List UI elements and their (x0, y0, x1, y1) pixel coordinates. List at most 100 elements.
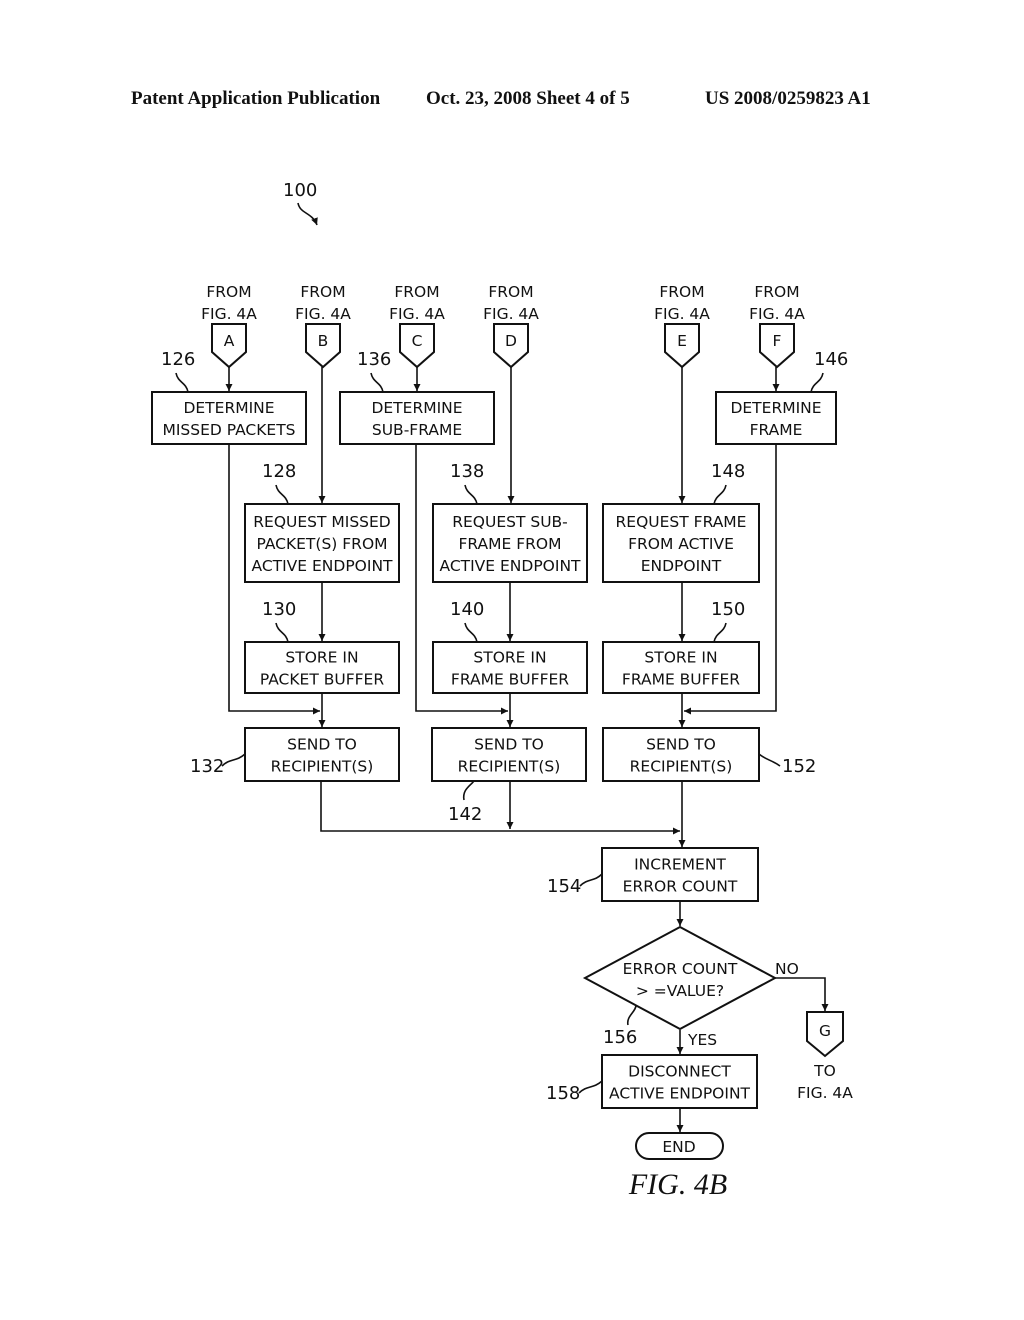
connector-letter: C (412, 332, 423, 350)
step-ref-number: 130 (262, 599, 296, 620)
step-ref-number: 148 (711, 461, 745, 482)
ref-leader-line (464, 484, 478, 505)
step-text-line: ENDPOINT (641, 557, 722, 575)
step-152: SEND TO RECIPIENT(S) 152 (602, 727, 816, 782)
connector-letter: D (505, 332, 517, 350)
connector-letter: G (819, 1022, 831, 1040)
connector-letter: F (773, 332, 782, 350)
connector-label-line1: FROM (754, 283, 799, 301)
step-ref-number: 156 (603, 1027, 637, 1048)
connector-label-line2: FIG. 4A (797, 1084, 853, 1102)
incoming-connectors: FROMFIG. 4AAFROMFIG. 4ABFROMFIG. 4ACFROM… (201, 283, 805, 369)
step-text-line: ACTIVE ENDPOINT (609, 1085, 751, 1103)
step-132: SEND TO RECIPIENT(S) 132 (190, 727, 400, 782)
ref-leader-line (464, 622, 478, 643)
step-text-line: DETERMINE (371, 399, 462, 417)
step-text-line: > =VALUE? (636, 982, 724, 1000)
ref-leader-line (713, 484, 727, 505)
step-text-line: DETERMINE (730, 399, 821, 417)
figure-reference-100: 100 (283, 180, 318, 226)
ref-leader-line (462, 780, 475, 801)
connector-a: FROM FIG. 4A A (201, 283, 257, 369)
connector-label-line1: FROM (659, 283, 704, 301)
step-text-line: RECIPIENT(S) (458, 758, 561, 776)
connector-label-line1: FROM (488, 283, 533, 301)
connector-label-line2: FIG. 4A (389, 305, 445, 323)
connector-label-line2: FIG. 4A (483, 305, 539, 323)
connector-label-line2: FIG. 4A (749, 305, 805, 323)
connector-d: FROM FIG. 4A D (483, 283, 539, 369)
step-ref-number: 152 (782, 756, 816, 777)
connector-label-line1: FROM (206, 283, 251, 301)
connector-label-line2: FIG. 4A (201, 305, 257, 323)
step-text-line: SUB-FRAME (372, 421, 462, 439)
step-text-line: ACTIVE ENDPOINT (251, 557, 393, 575)
figure-ref-number: 100 (283, 180, 317, 201)
step-text-line: SEND TO (287, 736, 357, 754)
ref-leader-line (626, 1004, 637, 1026)
step-text-line: ACTIVE ENDPOINT (439, 557, 581, 575)
step-148: REQUEST FRAME FROM ACTIVE ENDPOINT 148 (602, 461, 760, 583)
step-text-line: PACKET(S) FROM (256, 535, 387, 553)
ref-leader-line (370, 372, 384, 393)
step-text-line: REQUEST FRAME (616, 513, 747, 531)
step-text-line: REQUEST MISSED (253, 513, 391, 531)
connector-letter: A (224, 332, 235, 350)
ref-leader-line (713, 622, 727, 643)
step-text-line: SEND TO (474, 736, 544, 754)
step-text-line: DETERMINE (183, 399, 274, 417)
step-text-line: ERROR COUNT (623, 878, 738, 896)
flow-132-to-merge (320, 781, 680, 835)
ref-leader-line (175, 372, 189, 393)
end-terminator: END (635, 1132, 724, 1160)
step-text-line: ERROR COUNT (623, 960, 738, 978)
decision-yes-label: YES (687, 1031, 717, 1049)
process-steps: DETERMINE MISSED PACKETS 126 DETERMINE SUB-F… (151, 349, 848, 1160)
ref-leader-line (275, 622, 289, 643)
connector-label-line2: FIG. 4A (654, 305, 710, 323)
step-text-line: FRAME (750, 421, 803, 439)
decision-no-label: NO (775, 960, 799, 978)
flow-156-no-to-g (775, 977, 829, 1011)
step-text-line: STORE IN (285, 649, 358, 667)
step-ref-number: 154 (547, 876, 581, 897)
connector-label-line1: TO (813, 1062, 836, 1080)
step-ref-number: 140 (450, 599, 484, 620)
ref-leader-line (275, 484, 289, 505)
ref-leader-line (810, 372, 824, 393)
connector-label-line1: FROM (394, 283, 439, 301)
connector-e: FROM FIG. 4A E (654, 283, 710, 369)
flowchart: 100 FROM FIG. 4A A FROM FIG. 4A B FROM FIG. 4A C… (151, 180, 853, 1201)
ref-leader-line (578, 1080, 603, 1094)
decision-diamond (582, 925, 778, 1031)
step-text-line: INCREMENT (634, 856, 726, 874)
step-ref-number: 132 (190, 756, 224, 777)
connector-letter: E (677, 332, 687, 350)
connector-b: FROM FIG. 4A B (295, 283, 351, 369)
ref-leader-line (221, 753, 246, 767)
step-text-line: RECIPIENT(S) (271, 758, 374, 776)
step-ref-number: 138 (450, 461, 484, 482)
connector-label-line2: FIG. 4A (295, 305, 351, 323)
connector-c: FROM FIG. 4A C (389, 283, 445, 369)
ref-leader-line (579, 873, 603, 887)
step-138: REQUEST SUB- FRAME FROM ACTIVE ENDPOINT 138 (432, 461, 588, 583)
step-text-line: SEND TO (646, 736, 716, 754)
ref-leader-line (758, 753, 781, 767)
step-ref-number: 126 (161, 349, 195, 370)
step-text-line: FRAME BUFFER (451, 671, 569, 689)
step-150: STORE IN FRAME BUFFER 150 (602, 599, 760, 694)
step-text-line: DISCONNECT (628, 1063, 731, 1081)
step-text-line: PACKET BUFFER (260, 671, 384, 689)
end-label: END (662, 1138, 695, 1156)
step-text-line: MISSED PACKETS (162, 421, 295, 439)
step-text-line: RECIPIENT(S) (630, 758, 733, 776)
step-text-line: STORE IN (473, 649, 546, 667)
step-text-line: FROM ACTIVE (628, 535, 734, 553)
step-ref-number: 146 (814, 349, 848, 370)
step-text-line: REQUEST SUB- (452, 513, 568, 531)
step-text-line: STORE IN (644, 649, 717, 667)
step-ref-number: 136 (357, 349, 391, 370)
connector-letter: B (318, 332, 329, 350)
reference-arrow (297, 202, 318, 226)
